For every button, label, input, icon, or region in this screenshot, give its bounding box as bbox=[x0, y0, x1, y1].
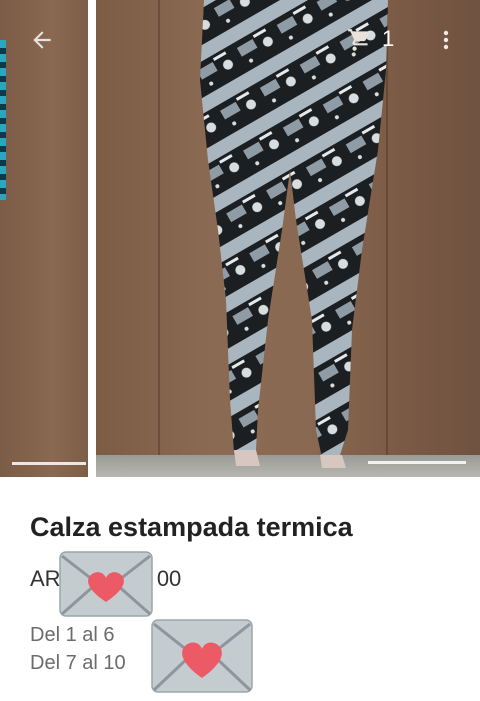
cart-icon bbox=[348, 29, 370, 51]
heart-envelope-icon bbox=[151, 619, 253, 693]
image-gallery[interactable]: 1 bbox=[0, 0, 480, 477]
price-suffix: 00 bbox=[156, 566, 182, 591]
gallery-indicator-active bbox=[368, 461, 466, 464]
gallery-indicator bbox=[12, 462, 86, 465]
leggings-edge bbox=[0, 40, 6, 200]
product-title: Calza estampada termica bbox=[30, 512, 353, 542]
installments-line-2: Del 7 al 10 bbox=[30, 652, 126, 674]
heart-envelope-icon bbox=[59, 551, 153, 617]
more-options-button[interactable] bbox=[426, 20, 466, 60]
cart-button[interactable] bbox=[340, 20, 380, 60]
more-vert-icon bbox=[443, 30, 449, 50]
cart-count: 1 bbox=[382, 26, 395, 51]
back-arrow-icon bbox=[33, 31, 51, 49]
previous-photo[interactable] bbox=[0, 0, 88, 477]
back-button[interactable] bbox=[22, 20, 62, 60]
installments-line-1: Del 1 al 6 bbox=[30, 624, 115, 646]
price-prefix: AR bbox=[30, 566, 61, 591]
leggings-image bbox=[200, 0, 388, 468]
gallery-divider bbox=[88, 0, 96, 477]
